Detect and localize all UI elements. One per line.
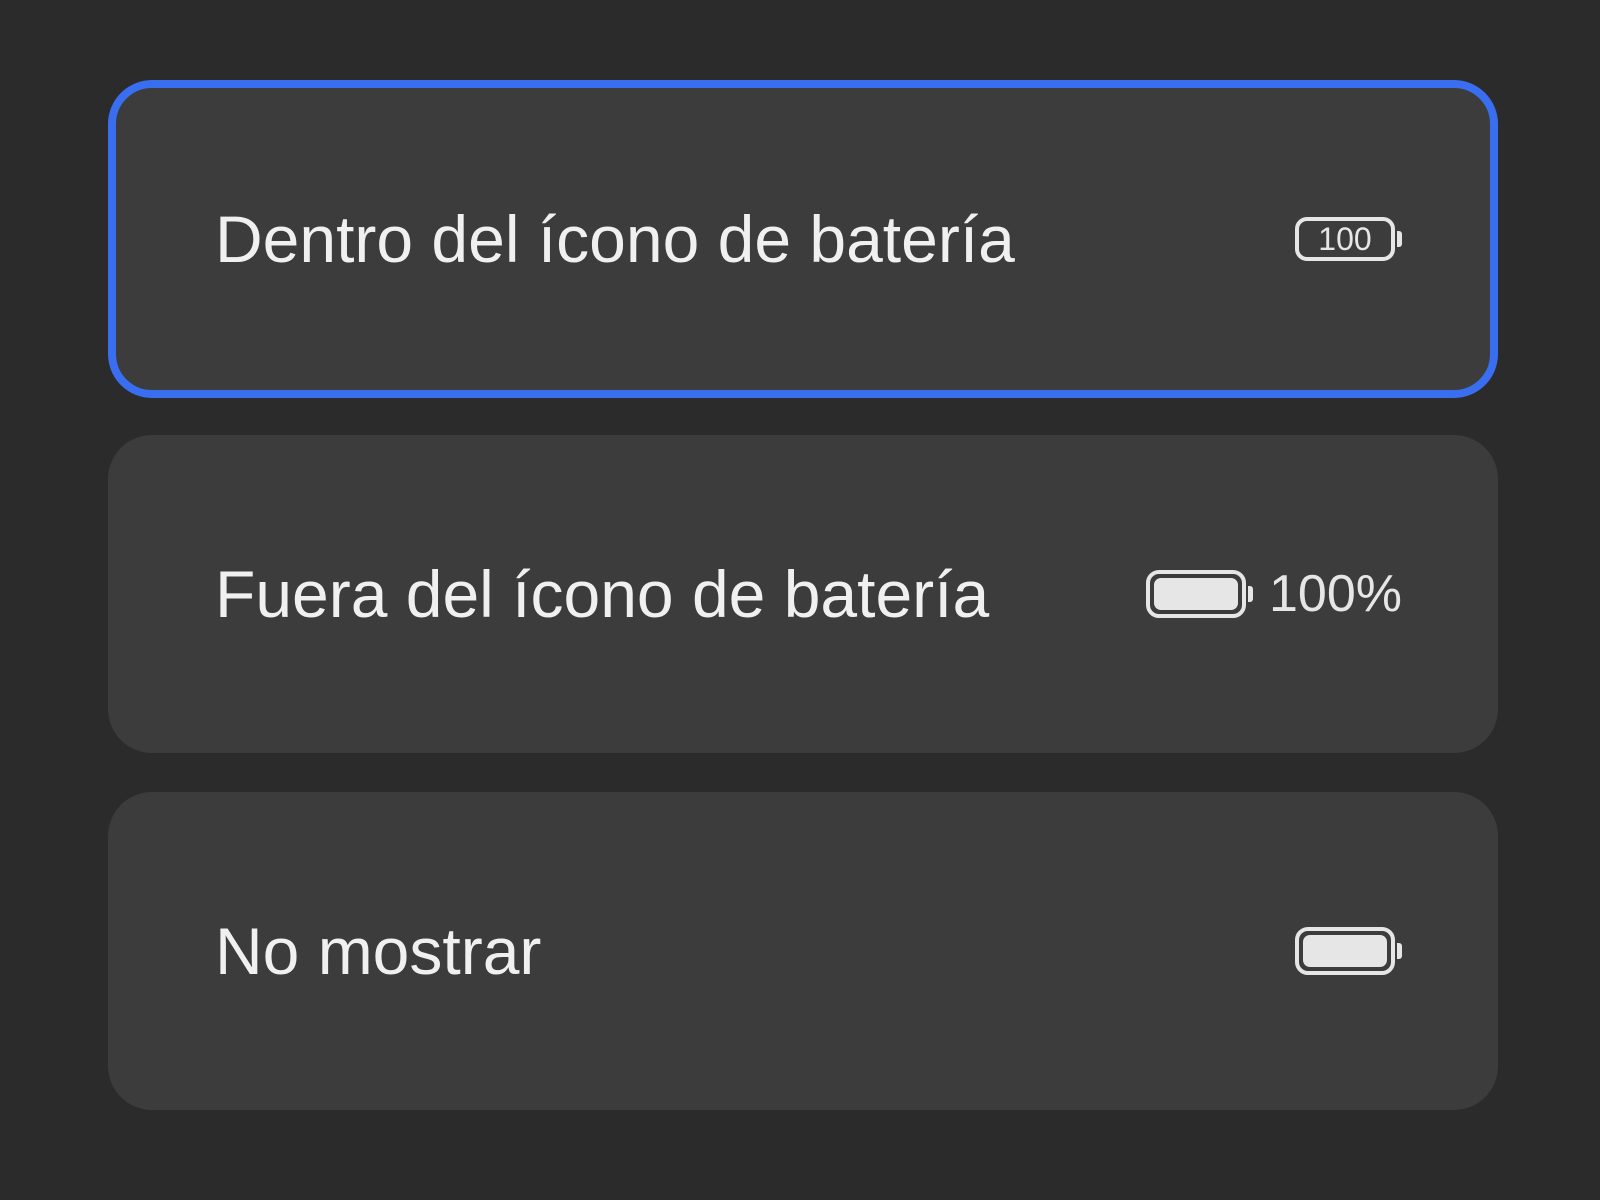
battery-tip <box>1397 231 1402 247</box>
battery-level-text: 100 <box>1318 221 1372 257</box>
option-inside-battery-icon[interactable]: Dentro del ícono de batería 100 <box>108 80 1498 398</box>
battery-tip <box>1248 586 1253 602</box>
preview-battery-inside: 100 <box>1295 217 1402 261</box>
option-label: Dentro del ícono de batería <box>215 202 1015 276</box>
preview-battery-only <box>1295 927 1402 975</box>
battery-fill <box>1303 935 1387 967</box>
battery-percentage-style-options: Dentro del ícono de batería 100 Fuera de… <box>0 0 1600 1200</box>
battery-tip <box>1397 943 1402 959</box>
option-label: Fuera del ícono de batería <box>215 557 990 631</box>
battery-full-icon <box>1295 927 1395 975</box>
battery-fill <box>1154 578 1238 610</box>
battery-icon: 100 <box>1295 217 1395 261</box>
battery-percent-text: 100% <box>1269 565 1402 623</box>
option-outside-battery-icon[interactable]: Fuera del ícono de batería 100% <box>108 435 1498 753</box>
option-label: No mostrar <box>215 914 542 988</box>
option-do-not-show[interactable]: No mostrar <box>108 792 1498 1110</box>
preview-battery-outside: 100% <box>1146 568 1402 620</box>
battery-full-icon <box>1146 570 1246 618</box>
